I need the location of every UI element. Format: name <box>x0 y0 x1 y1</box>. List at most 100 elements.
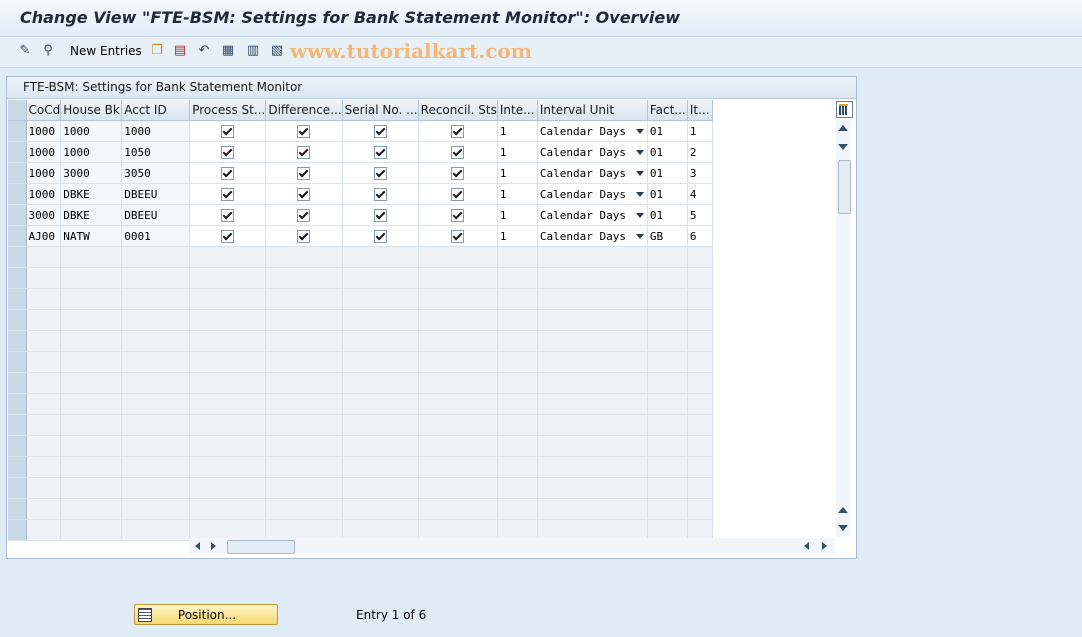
vertical-scrollbar[interactable] <box>836 120 851 537</box>
vertical-scroll-thumb[interactable] <box>838 160 851 214</box>
select-all-icon[interactable]: ▦ <box>220 43 236 59</box>
row-selector[interactable] <box>8 204 27 226</box>
reconciliation-status-checkbox[interactable] <box>451 145 465 159</box>
scroll-left-icon[interactable] <box>195 542 200 550</box>
chevron-down-icon[interactable] <box>635 129 644 134</box>
cell-reconciliation-status[interactable] <box>418 204 498 226</box>
column-header[interactable]: CoCd <box>26 100 62 121</box>
column-header[interactable]: House Bk <box>60 100 123 121</box>
process-status-checkbox[interactable] <box>221 166 235 180</box>
column-header[interactable]: Process St... <box>189 100 267 121</box>
column-header[interactable]: It... <box>687 100 713 121</box>
cell-interval[interactable]: 1 <box>497 141 538 163</box>
cell-serial-number[interactable] <box>342 204 419 226</box>
serial-number-checkbox[interactable] <box>373 145 387 159</box>
scroll-page-down-icon[interactable] <box>838 525 848 531</box>
cell-serial-number[interactable] <box>342 141 419 163</box>
row-selector[interactable] <box>8 141 27 163</box>
cell-item[interactable]: 3 <box>687 162 713 184</box>
difference-checkbox[interactable] <box>297 229 311 243</box>
cell-difference[interactable] <box>265 225 343 247</box>
cell-factory-calendar[interactable]: GB <box>647 225 688 247</box>
process-status-checkbox[interactable] <box>221 187 235 201</box>
chevron-down-icon[interactable] <box>635 213 644 218</box>
interval-unit-dropdown[interactable]: Calendar Days <box>537 225 648 247</box>
cell-interval[interactable]: 1 <box>497 162 538 184</box>
reconciliation-status-checkbox[interactable] <box>451 124 465 138</box>
reconciliation-status-checkbox[interactable] <box>451 187 465 201</box>
row-selector[interactable] <box>8 183 27 205</box>
row-selector[interactable] <box>8 267 27 289</box>
cell-interval[interactable]: 1 <box>497 183 538 205</box>
row-selector[interactable] <box>8 414 27 436</box>
column-header[interactable]: Fact... <box>647 100 688 121</box>
cell-serial-number[interactable] <box>342 162 419 184</box>
difference-checkbox[interactable] <box>297 208 311 222</box>
cell-process-status[interactable] <box>189 225 267 247</box>
serial-number-checkbox[interactable] <box>373 187 387 201</box>
row-selector[interactable] <box>8 477 27 499</box>
cell-reconciliation-status[interactable] <box>418 225 498 247</box>
interval-unit-dropdown[interactable]: Calendar Days <box>537 183 648 205</box>
row-selector[interactable] <box>8 162 27 184</box>
column-header[interactable]: Inte... <box>497 100 538 121</box>
cell-serial-number[interactable] <box>342 225 419 247</box>
cell-process-status[interactable] <box>189 141 267 163</box>
delete-icon[interactable]: ▤ <box>172 43 188 59</box>
difference-checkbox[interactable] <box>297 187 311 201</box>
column-header[interactable]: Serial No. ... <box>342 100 419 121</box>
row-selector[interactable] <box>8 435 27 457</box>
process-status-checkbox[interactable] <box>221 124 235 138</box>
cell-item[interactable]: 1 <box>687 120 713 142</box>
row-selector[interactable] <box>8 225 27 247</box>
table-row[interactable]: 3000 DBKE DBEEU 1 Calendar Days 01 5 <box>8 204 713 226</box>
cell-factory-calendar[interactable]: 01 <box>647 141 688 163</box>
chevron-down-icon[interactable] <box>635 234 644 239</box>
select-block-icon[interactable]: ▥ <box>245 43 261 59</box>
cell-process-status[interactable] <box>189 183 267 205</box>
cell-reconciliation-status[interactable] <box>418 120 498 142</box>
scroll-page-up-icon[interactable] <box>838 507 848 513</box>
row-selector[interactable] <box>8 309 27 331</box>
copy-icon[interactable]: ❐ <box>149 43 165 59</box>
cell-factory-calendar[interactable]: 01 <box>647 162 688 184</box>
cell-difference[interactable] <box>265 162 343 184</box>
serial-number-checkbox[interactable] <box>373 208 387 222</box>
row-selector[interactable] <box>8 351 27 373</box>
cell-item[interactable]: 2 <box>687 141 713 163</box>
interval-unit-dropdown[interactable]: Calendar Days <box>537 141 648 163</box>
reconciliation-status-checkbox[interactable] <box>451 208 465 222</box>
serial-number-checkbox[interactable] <box>373 229 387 243</box>
chevron-down-icon[interactable] <box>635 192 644 197</box>
display-change-icon[interactable]: ⚲ <box>40 43 56 59</box>
row-selector[interactable] <box>8 456 27 478</box>
position-button[interactable]: Position... <box>134 604 278 625</box>
row-selector[interactable] <box>8 393 27 415</box>
cell-factory-calendar[interactable]: 01 <box>647 183 688 205</box>
cell-interval[interactable]: 1 <box>497 120 538 142</box>
difference-checkbox[interactable] <box>297 166 311 180</box>
cell-interval[interactable]: 1 <box>497 204 538 226</box>
scroll-up-icon[interactable] <box>838 125 848 131</box>
column-header[interactable]: Reconcil. Sts <box>418 100 498 121</box>
scroll-far-left-icon[interactable] <box>804 542 809 550</box>
column-header[interactable]: Acct ID <box>121 100 191 121</box>
row-selector[interactable] <box>8 498 27 520</box>
interval-unit-dropdown[interactable]: Calendar Days <box>537 120 648 142</box>
row-selector[interactable] <box>8 120 27 142</box>
difference-checkbox[interactable] <box>297 124 311 138</box>
cell-difference[interactable] <box>265 120 343 142</box>
process-status-checkbox[interactable] <box>221 145 235 159</box>
chevron-down-icon[interactable] <box>635 150 644 155</box>
row-selector[interactable] <box>8 330 27 352</box>
cell-process-status[interactable] <box>189 204 267 226</box>
new-entries-button[interactable]: New Entries <box>70 44 142 58</box>
cell-item[interactable]: 6 <box>687 225 713 247</box>
table-row[interactable]: 1000 DBKE DBEEU 1 Calendar Days 01 4 <box>8 183 713 205</box>
cell-factory-calendar[interactable]: 01 <box>647 120 688 142</box>
difference-checkbox[interactable] <box>297 145 311 159</box>
column-header[interactable]: Difference... <box>265 100 343 121</box>
scroll-down-icon[interactable] <box>838 144 848 150</box>
table-row[interactable]: 1000 1000 1000 1 Calendar Days 01 1 <box>8 120 713 142</box>
row-selector[interactable] <box>8 519 27 541</box>
